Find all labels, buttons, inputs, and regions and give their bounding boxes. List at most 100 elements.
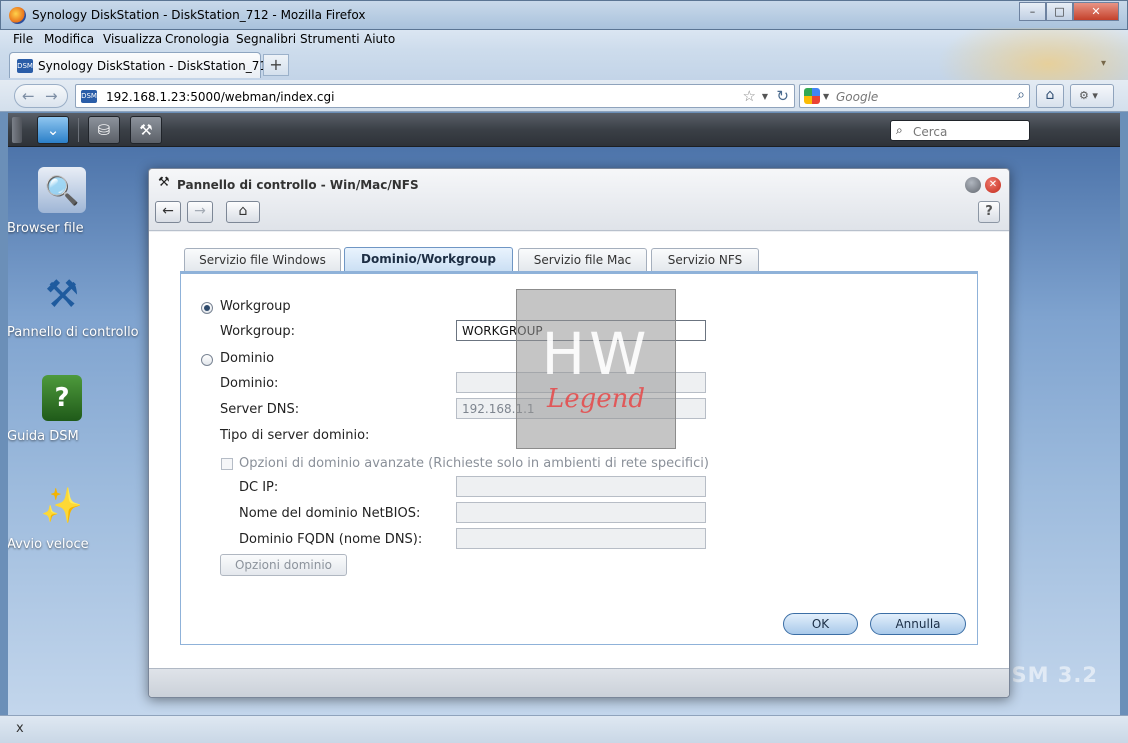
back-button[interactable]: ←: [155, 201, 181, 223]
main-menu-button[interactable]: ⌄: [37, 116, 69, 144]
tab-domain-workgroup[interactable]: Dominio/Workgroup: [344, 247, 513, 273]
taskbar-handle[interactable]: [12, 117, 22, 143]
domain-radio-label[interactable]: Dominio: [220, 351, 274, 366]
menu-visualizza[interactable]: Visualizza: [103, 32, 162, 46]
tab-mac-file-service[interactable]: Servizio file Mac: [518, 248, 647, 272]
control-panel-window: ⚒ Pannello di controllo - Win/Mac/NFS ✕ …: [148, 168, 1010, 698]
help-book-icon: ?: [42, 375, 82, 421]
dsm-search-input[interactable]: ⌕ Cerca: [890, 120, 1030, 141]
control-panel-taskbar-button[interactable]: ⚒: [130, 116, 162, 144]
minimize-button[interactable]: –: [1019, 2, 1046, 21]
desktop-icon-label: Pannello di controllo: [8, 325, 139, 340]
window-header: ⚒ Pannello di controllo - Win/Mac/NFS ✕ …: [149, 169, 1009, 231]
window-close-button[interactable]: ✕: [985, 177, 1001, 193]
web-search-bar[interactable]: ▼ Google ⌕: [799, 84, 1030, 108]
netbios-domain-label: Nome del dominio NetBIOS:: [239, 506, 421, 521]
tools-icon: ⚒: [44, 272, 80, 316]
folder-search-icon: 🔍: [38, 167, 86, 213]
tab-list-chevron-icon[interactable]: ▾: [1101, 58, 1106, 69]
dc-ip-label: DC IP:: [239, 480, 279, 495]
firefox-logo-icon: [9, 7, 26, 24]
watermark-hw-text: HW: [541, 320, 651, 388]
ok-button[interactable]: OK: [783, 613, 858, 635]
dsm-favicon-icon: DSM: [17, 59, 33, 73]
domain-server-type-label: Tipo di server dominio:: [220, 428, 370, 443]
cancel-button[interactable]: Annulla: [870, 613, 966, 635]
menu-strumenti[interactable]: Strumenti: [300, 32, 360, 46]
forward-button[interactable]: →: [187, 201, 213, 223]
window-title: Synology DiskStation - DiskStation_712 -…: [32, 8, 366, 22]
dsm-favicon-icon: DSM: [81, 90, 97, 103]
url-dropdown-icon[interactable]: ▼: [762, 92, 768, 101]
desktop-icon-label: Avvio veloce: [8, 537, 89, 552]
hw-legend-watermark-logo: HW Legend: [516, 289, 676, 449]
forward-arrow-icon[interactable]: →: [45, 87, 58, 105]
web-search-placeholder: Google: [836, 90, 879, 104]
search-engine-dropdown-icon[interactable]: ▼: [823, 92, 829, 101]
browser-tab-label: Synology DiskStation - DiskStation_712: [38, 59, 275, 73]
menu-aiuto[interactable]: Aiuto: [364, 32, 395, 46]
tab-nfs-service[interactable]: Servizio NFS: [651, 248, 759, 272]
dns-server-label: Server DNS:: [220, 402, 300, 417]
netbios-domain-input[interactable]: [456, 502, 706, 523]
help-button[interactable]: ?: [978, 201, 1000, 223]
close-window-button[interactable]: ✕: [1073, 2, 1119, 21]
window-body: Servizio file Windows Dominio/Workgroup …: [149, 232, 1009, 669]
dsm-desktop: DSM 3.2 🔍 Browser file ⚒ Pannello di con…: [8, 147, 1120, 715]
back-forward-group: ← →: [14, 84, 68, 108]
browser-status-bar: x: [0, 715, 1128, 743]
url-bar[interactable]: DSM 192.168.1.23:5000/webman/index.cgi ☆…: [75, 84, 795, 108]
desktop-icon-label: Guida DSM: [8, 429, 79, 444]
window-title: Pannello di controllo - Win/Mac/NFS: [177, 178, 419, 192]
bookmark-star-icon[interactable]: ☆: [743, 87, 756, 105]
dsm-taskbar: ⌄ ⛁ ⚒ ⌕ Cerca: [8, 113, 1120, 147]
browser-titlebar: Synology DiskStation - DiskStation_712 -…: [0, 0, 1128, 30]
watermark-legend-text: Legend: [546, 384, 646, 414]
workgroup-radio-label[interactable]: Workgroup: [220, 299, 291, 314]
desktop-icon-control-panel[interactable]: ⚒ Pannello di controllo: [8, 271, 139, 340]
home-button[interactable]: ⌂: [226, 201, 260, 223]
maximize-button[interactable]: □: [1046, 2, 1073, 21]
tab-windows-file-service[interactable]: Servizio file Windows: [184, 248, 341, 272]
advanced-domain-options-label[interactable]: Opzioni di dominio avanzate (Richieste s…: [239, 456, 709, 471]
taskbar-divider: [78, 118, 79, 142]
back-arrow-icon[interactable]: ←: [22, 87, 35, 105]
advanced-domain-options-checkbox[interactable]: [221, 458, 233, 470]
storage-manager-button[interactable]: ⛁: [88, 116, 120, 144]
desktop-icon-browser-file[interactable]: 🔍 Browser file: [8, 167, 117, 236]
domain-radio[interactable]: [201, 354, 213, 366]
fqdn-domain-input[interactable]: [456, 528, 706, 549]
desktop-icon-dsm-help[interactable]: ? Guida DSM: [8, 375, 117, 444]
dc-ip-input[interactable]: [456, 476, 706, 497]
browser-tab[interactable]: DSM Synology DiskStation - DiskStation_7…: [9, 52, 275, 78]
fqdn-domain-label: Dominio FQDN (nome DNS):: [239, 532, 423, 547]
menu-modifica[interactable]: Modifica: [44, 32, 94, 46]
domain-workgroup-panel: Workgroup Workgroup: WORKGROUP Dominio D…: [180, 271, 978, 645]
desktop-icon-label: Browser file: [8, 221, 84, 236]
addon-menu-button[interactable]: ⚙ ▾: [1070, 84, 1114, 108]
close-addon-bar-icon[interactable]: x: [16, 721, 24, 736]
control-panel-icon: ⚒: [158, 175, 170, 190]
search-icon: ⌕: [896, 123, 903, 137]
window-footer: [149, 668, 1009, 697]
tab-strip: DSM Synology DiskStation - DiskStation_7…: [0, 50, 1128, 80]
google-icon[interactable]: [804, 88, 820, 104]
workgroup-label: Workgroup:: [220, 324, 296, 339]
domain-label: Dominio:: [220, 376, 279, 391]
desktop-icon-quick-start[interactable]: ✨ Avvio veloce: [8, 483, 117, 552]
dsm-search-placeholder: Cerca: [913, 125, 948, 139]
new-tab-button[interactable]: +: [263, 54, 289, 76]
magic-wand-icon: ✨: [40, 486, 84, 526]
search-icon[interactable]: ⌕: [1017, 87, 1025, 103]
domain-options-button[interactable]: Opzioni dominio: [220, 554, 347, 576]
reload-icon[interactable]: ↻: [776, 87, 789, 105]
menu-cronologia[interactable]: Cronologia: [165, 32, 229, 46]
menu-bar: File Modifica Visualizza Cronologia Segn…: [0, 30, 1128, 50]
url-text[interactable]: 192.168.1.23:5000/webman/index.cgi: [106, 90, 334, 104]
workgroup-radio[interactable]: [201, 302, 213, 314]
window-minimize-button[interactable]: [965, 177, 981, 193]
home-button[interactable]: ⌂: [1036, 84, 1064, 108]
menu-file[interactable]: File: [13, 32, 33, 46]
nav-bar: ← → DSM 192.168.1.23:5000/webman/index.c…: [0, 80, 1128, 112]
menu-segnalibri[interactable]: Segnalibri: [236, 32, 296, 46]
